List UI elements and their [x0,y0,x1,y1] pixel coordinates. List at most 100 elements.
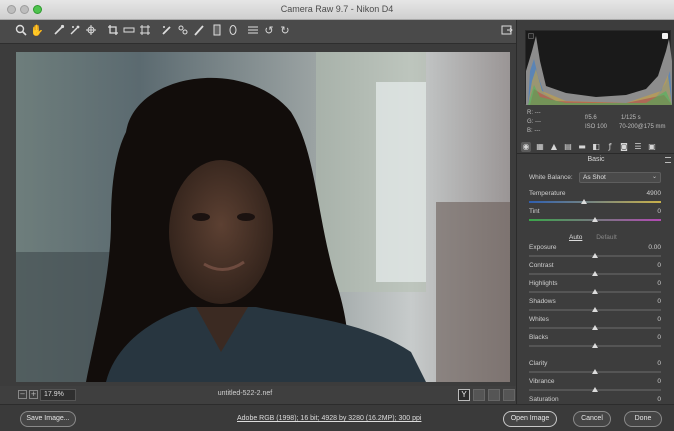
slider-row-blacks[interactable]: Blacks 0 [529,334,661,350]
temperature-label: Temperature [529,190,566,197]
toggle-settings-button[interactable] [503,389,515,401]
graduated-filter-icon[interactable] [210,24,224,38]
slider-value[interactable]: 0 [657,334,661,341]
slider-thumb[interactable] [592,289,598,294]
histogram [525,30,672,105]
slider-value[interactable]: 0 [657,280,661,287]
temperature-row[interactable]: Temperature 4900 [529,190,661,206]
slider-row-contrast[interactable]: Contrast 0 [529,262,661,278]
tint-label: Tint [529,208,540,215]
bottom-bar: Save Image... Adobe RGB (1998); 16 bit; … [0,404,674,431]
spot-removal-icon[interactable] [160,24,174,38]
slider-value[interactable]: 0 [657,378,661,385]
rotate-right-icon[interactable]: ↻ [278,24,292,38]
tint-slider-thumb[interactable] [592,217,598,222]
slider-thumb[interactable] [592,253,598,258]
presets-tab[interactable]: ☰ [633,142,643,152]
lens-corrections-tab[interactable]: ◧ [591,142,601,152]
white-balance-select[interactable]: As Shot ⌄ [579,172,661,183]
slider-thumb[interactable] [592,369,598,374]
slider-row-highlights[interactable]: Highlights 0 [529,280,661,296]
white-balance-value: As Shot [583,174,606,181]
camera-readout: R: --- G: --- B: --- f/5.6 1/125 s ISO 1… [525,110,671,136]
cancel-button[interactable]: Cancel [573,411,611,427]
snapshots-tab[interactable]: ▣ [647,142,657,152]
adjustment-brush-icon[interactable] [192,24,206,38]
temperature-slider-thumb[interactable] [581,199,588,204]
tone-curve-tab[interactable]: ▦ [535,142,545,152]
slider-value[interactable]: 0 [657,396,661,403]
auto-link[interactable]: Auto [569,234,582,241]
zoom-icon[interactable] [14,24,28,38]
crop-icon[interactable] [106,24,120,38]
open-image-button[interactable]: Open Image [503,411,557,427]
b-label: B: [527,128,533,134]
hsl-tab[interactable]: ▤ [563,142,573,152]
slider-thumb[interactable] [592,307,598,312]
slider-thumb[interactable] [592,271,598,276]
slider-row-shadows[interactable]: Shadows 0 [529,298,661,314]
preferences-icon[interactable] [246,24,260,38]
portrait-photo [16,52,510,382]
slider-row-whites[interactable]: Whites 0 [529,316,661,332]
basic-tab[interactable]: ◉ [521,142,531,152]
shadow-clipping-warning-icon[interactable] [528,33,534,39]
panel-menu-icon[interactable] [665,157,671,163]
zoom-out-button[interactable]: − [18,390,27,399]
workflow-options-link[interactable]: Adobe RGB (1998); 16 bit; 4928 by 3280 (… [237,415,421,422]
tint-value[interactable]: 0 [657,208,661,215]
iso: ISO 100 [585,124,608,130]
highlight-clipping-warning-icon[interactable] [662,33,668,39]
slider-value[interactable]: 0 [657,316,661,323]
transform-icon[interactable] [138,24,152,38]
radial-filter-icon[interactable] [226,24,240,38]
done-button[interactable]: Done [624,411,662,427]
camera-calibration-tab[interactable]: ◙ [619,142,629,152]
slider-label: Whites [529,316,549,323]
slider-thumb[interactable] [592,343,598,348]
slider-thumb[interactable] [592,325,598,330]
tint-row[interactable]: Tint 0 [529,208,661,224]
zoom-level-select[interactable]: 17.9% [40,389,76,401]
slider-value[interactable]: 0 [657,262,661,269]
split-toning-tab[interactable]: ▬ [577,142,587,152]
slider-value[interactable]: 0.00 [648,244,661,251]
image-preview[interactable] [16,52,510,382]
effects-tab[interactable]: ƒ [605,142,615,152]
save-image-button[interactable]: Save Image... [20,411,76,427]
detail-tab[interactable]: ▲ [549,142,559,152]
aperture: f/5.6 [585,115,597,121]
b-value: --- [534,128,541,134]
camera-raw-window: Camera Raw 9.7 - Nikon D4 ✋ ↺ ↻ − + 17.9… [0,0,674,431]
straighten-icon[interactable] [122,24,136,38]
targeted-adjust-icon[interactable] [84,24,98,38]
slider-thumb[interactable] [592,387,598,392]
temperature-value[interactable]: 4900 [647,190,661,197]
window-title: Camera Raw 9.7 - Nikon D4 [280,4,394,14]
temperature-track[interactable] [529,201,661,203]
g-value: --- [535,119,542,125]
slider-label: Contrast [529,262,554,269]
hand-icon[interactable]: ✋ [30,24,44,38]
slider-value[interactable]: 0 [657,298,661,305]
title-bar: Camera Raw 9.7 - Nikon D4 [0,0,674,20]
slider-row-exposure[interactable]: Exposure 0.00 [529,244,661,260]
slider-row-vibrance[interactable]: Vibrance 0 [529,378,661,394]
white-balance-icon[interactable] [52,24,66,38]
before-after-toggle[interactable]: Y [458,389,470,401]
r-label: R: [527,110,533,116]
rotate-left-icon[interactable]: ↺ [262,24,276,38]
default-link[interactable]: Default [596,234,617,241]
red-eye-icon[interactable] [176,24,190,38]
swap-before-after-button[interactable] [473,389,485,401]
color-sampler-icon[interactable] [68,24,82,38]
zoom-in-button[interactable]: + [29,390,38,399]
section-title: Basic [587,156,605,163]
fullscreen-icon[interactable] [500,24,514,38]
slider-label: Clarity [529,360,548,367]
slider-row-clarity[interactable]: Clarity 0 [529,360,661,376]
copy-settings-button[interactable] [488,389,500,401]
slider-label: Highlights [529,280,558,287]
right-panel: R: --- G: --- B: --- f/5.6 1/125 s ISO 1… [516,20,674,410]
slider-value[interactable]: 0 [657,360,661,367]
